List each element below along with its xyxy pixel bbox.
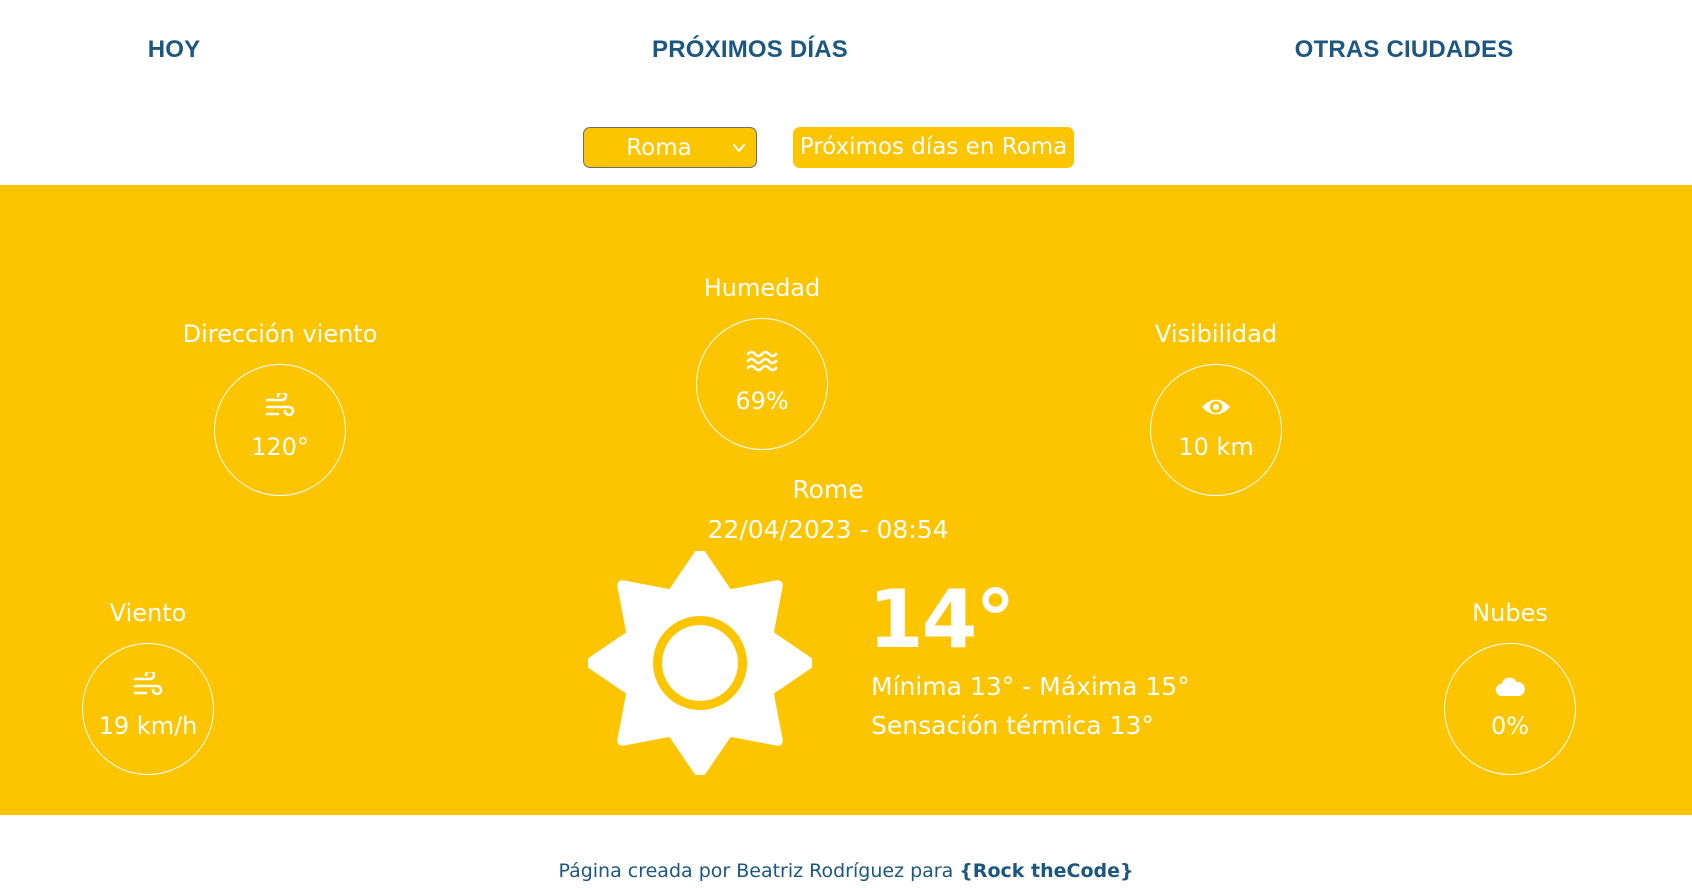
stat-circle: 10 km <box>1150 364 1282 496</box>
stat-value: 69% <box>735 387 789 415</box>
cloud-icon <box>1495 677 1525 697</box>
stat-direccion-viento: Dirección viento 120° <box>160 318 400 496</box>
stat-label: Dirección viento <box>182 320 378 348</box>
stat-label: Viento <box>109 599 187 627</box>
sun-icon <box>588 551 812 775</box>
top-nav: HOY PRÓXIMOS DÍAS OTRAS CIUDADES <box>0 0 1692 105</box>
nav-link-otras-ciudades[interactable]: OTRAS CIUDADES <box>1295 36 1514 64</box>
date-time: 22/04/2023 - 08:54 <box>707 515 949 544</box>
stat-nubes: Nubes 0% <box>1390 597 1630 775</box>
city-select-value: Roma <box>626 135 692 161</box>
eye-icon <box>1202 399 1230 415</box>
nav-link-hoy[interactable]: HOY <box>148 36 201 64</box>
stat-circle: 69% <box>696 318 828 450</box>
stat-label: Humedad <box>703 274 821 302</box>
stat-circle: 0% <box>1444 643 1576 775</box>
stat-value: 120° <box>251 433 309 461</box>
stat-humedad: Humedad 69% <box>642 272 882 450</box>
nav-link-proximos-dias[interactable]: PRÓXIMOS DÍAS <box>652 36 848 64</box>
stat-circle: 19 km/h <box>82 643 214 775</box>
water-waves-icon <box>746 350 778 372</box>
chevron-down-icon <box>733 144 745 152</box>
wind-icon <box>133 672 163 696</box>
stat-label: Visibilidad <box>1154 320 1278 348</box>
stat-viento: Viento 19 km/h <box>28 597 268 775</box>
stat-visibilidad: Visibilidad 10 km <box>1096 318 1336 496</box>
feels-like-temperature: Sensación térmica 13° <box>871 711 1154 740</box>
stat-value: 10 km <box>1178 433 1254 461</box>
stat-value: 19 km/h <box>98 712 198 740</box>
footer-text: Página creada por Beatriz Rodríguez para <box>558 860 960 882</box>
stat-value: 0% <box>1490 712 1530 740</box>
footer: Página creada por Beatriz Rodríguez para… <box>0 860 1692 882</box>
city-controls: Roma Próximos días en Roma <box>0 127 1692 169</box>
footer-brand-link[interactable]: {Rock theCode} <box>959 860 1133 882</box>
min-max-temperature: Mínima 13° - Máxima 15° <box>871 672 1190 701</box>
stat-label: Nubes <box>1472 599 1548 627</box>
next-days-button[interactable]: Próximos días en Roma <box>793 127 1074 168</box>
wind-icon <box>265 393 295 417</box>
current-temperature: 14° <box>868 573 1015 666</box>
stat-circle: 120° <box>214 364 346 496</box>
city-select[interactable]: Roma <box>583 127 757 168</box>
city-name: Rome <box>792 475 864 504</box>
weather-panel: Humedad 69% Dirección viento 120° Visibi… <box>0 185 1692 815</box>
